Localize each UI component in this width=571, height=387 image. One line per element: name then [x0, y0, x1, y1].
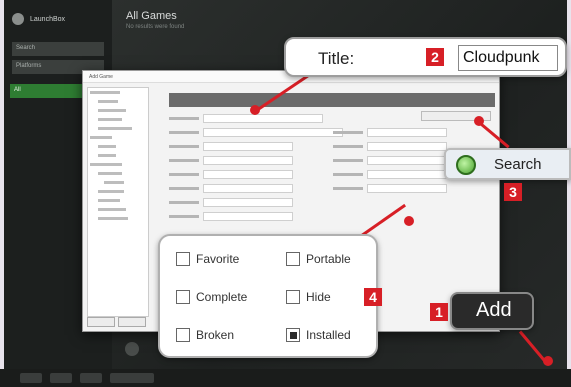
sidebar-title: LaunchBox	[30, 15, 66, 23]
dialog-buttons	[87, 317, 146, 327]
checkbox-label: Hide	[306, 290, 331, 304]
form-row	[169, 155, 293, 165]
tree-item[interactable]	[90, 90, 146, 98]
search-icon	[456, 155, 476, 175]
title-field[interactable]: Cloudpunk	[458, 45, 558, 71]
checkbox-box[interactable]	[176, 290, 190, 304]
form-row	[333, 127, 447, 137]
form-row	[333, 155, 447, 165]
toolbar-button[interactable]	[50, 373, 72, 383]
app-logo-icon	[12, 13, 24, 25]
tree-item[interactable]	[90, 198, 146, 206]
installed-checkbox[interactable]: Installed	[286, 328, 351, 342]
form-input[interactable]	[367, 169, 447, 179]
sidebar-search-input[interactable]: Search	[12, 42, 104, 56]
form-input[interactable]	[203, 211, 293, 221]
form-row	[169, 183, 293, 193]
form-row	[333, 169, 447, 179]
form-row-title	[169, 113, 323, 123]
broken-checkbox[interactable]: Broken	[176, 328, 234, 342]
toolbar-button[interactable]	[110, 373, 154, 383]
form-input[interactable]	[203, 183, 293, 193]
connector-dot	[474, 116, 484, 126]
complete-checkbox[interactable]: Complete	[176, 290, 247, 304]
form-input[interactable]	[367, 127, 447, 137]
checkbox-label: Portable	[306, 252, 351, 266]
section-header-bar	[169, 93, 495, 107]
form-input[interactable]	[367, 155, 447, 165]
tree-item[interactable]	[90, 189, 146, 197]
form-row	[169, 141, 293, 151]
form-input[interactable]	[203, 155, 293, 165]
step-badge-3: 3	[504, 183, 522, 201]
favorite-checkbox[interactable]: Favorite	[176, 252, 239, 266]
form-row	[169, 127, 343, 137]
form-row	[333, 141, 447, 151]
tree-item[interactable]	[90, 216, 146, 224]
tree-item[interactable]	[90, 162, 146, 170]
page-title: All Games	[126, 10, 177, 22]
title-input[interactable]	[203, 113, 323, 123]
tree-item[interactable]	[90, 153, 146, 161]
tree-item[interactable]	[90, 108, 146, 116]
form-input[interactable]	[203, 141, 293, 151]
tree-item[interactable]	[90, 99, 146, 107]
cancel-button[interactable]	[118, 317, 146, 327]
tree-item[interactable]	[90, 180, 146, 188]
form-input[interactable]	[203, 169, 293, 179]
checkbox-box[interactable]	[286, 328, 300, 342]
title-callout: Title: 2 Cloudpunk	[284, 37, 567, 77]
checkbox-box[interactable]	[176, 252, 190, 266]
checkbox-box[interactable]	[286, 290, 300, 304]
tree-item[interactable]	[90, 144, 146, 152]
portable-checkbox[interactable]: Portable	[286, 252, 351, 266]
add-button[interactable]: Add	[450, 292, 534, 330]
form-input[interactable]	[367, 141, 447, 151]
hide-checkbox[interactable]: Hide	[286, 290, 331, 304]
step-badge-1: 1	[430, 303, 448, 321]
checkbox-box[interactable]	[286, 252, 300, 266]
checkbox-label: Complete	[196, 290, 248, 304]
form-input[interactable]	[367, 183, 447, 193]
add-button-label: Add	[476, 299, 512, 321]
checkbox-label: Installed	[306, 328, 351, 342]
form-input[interactable]	[203, 127, 343, 137]
search-button-label: Search	[494, 156, 542, 173]
tree-item[interactable]	[90, 171, 146, 179]
menu-circle-icon[interactable]	[125, 342, 139, 356]
form-row	[169, 197, 293, 207]
connector-dot	[250, 105, 260, 115]
form-row	[169, 211, 293, 221]
tree-item[interactable]	[90, 135, 146, 143]
connector-dot	[404, 216, 414, 226]
tree-item[interactable]	[90, 126, 146, 134]
checkbox-box[interactable]	[176, 328, 190, 342]
step-badge-2: 2	[426, 48, 444, 66]
checkbox-label: Broken	[196, 328, 235, 342]
checkbox-label: Favorite	[196, 252, 240, 266]
dialog-section-tree[interactable]	[87, 87, 149, 317]
bottom-toolbar	[0, 369, 571, 387]
toolbar-button[interactable]	[20, 373, 42, 383]
ok-button[interactable]	[87, 317, 115, 327]
title-label: Title:	[318, 49, 355, 68]
toolbar-button[interactable]	[80, 373, 102, 383]
tree-item[interactable]	[90, 117, 146, 125]
sidebar-header: LaunchBox	[4, 0, 112, 38]
search-callout[interactable]: Search	[444, 148, 571, 180]
page-subtitle: No results were found	[126, 24, 185, 30]
attributes-callout: Favorite Portable Complete Hide Broken I…	[158, 234, 378, 358]
step-badge-4: 4	[364, 288, 382, 306]
form-row	[169, 169, 293, 179]
connector-dot	[543, 356, 553, 366]
form-row	[333, 183, 447, 193]
form-input[interactable]	[203, 197, 293, 207]
tree-item[interactable]	[90, 207, 146, 215]
